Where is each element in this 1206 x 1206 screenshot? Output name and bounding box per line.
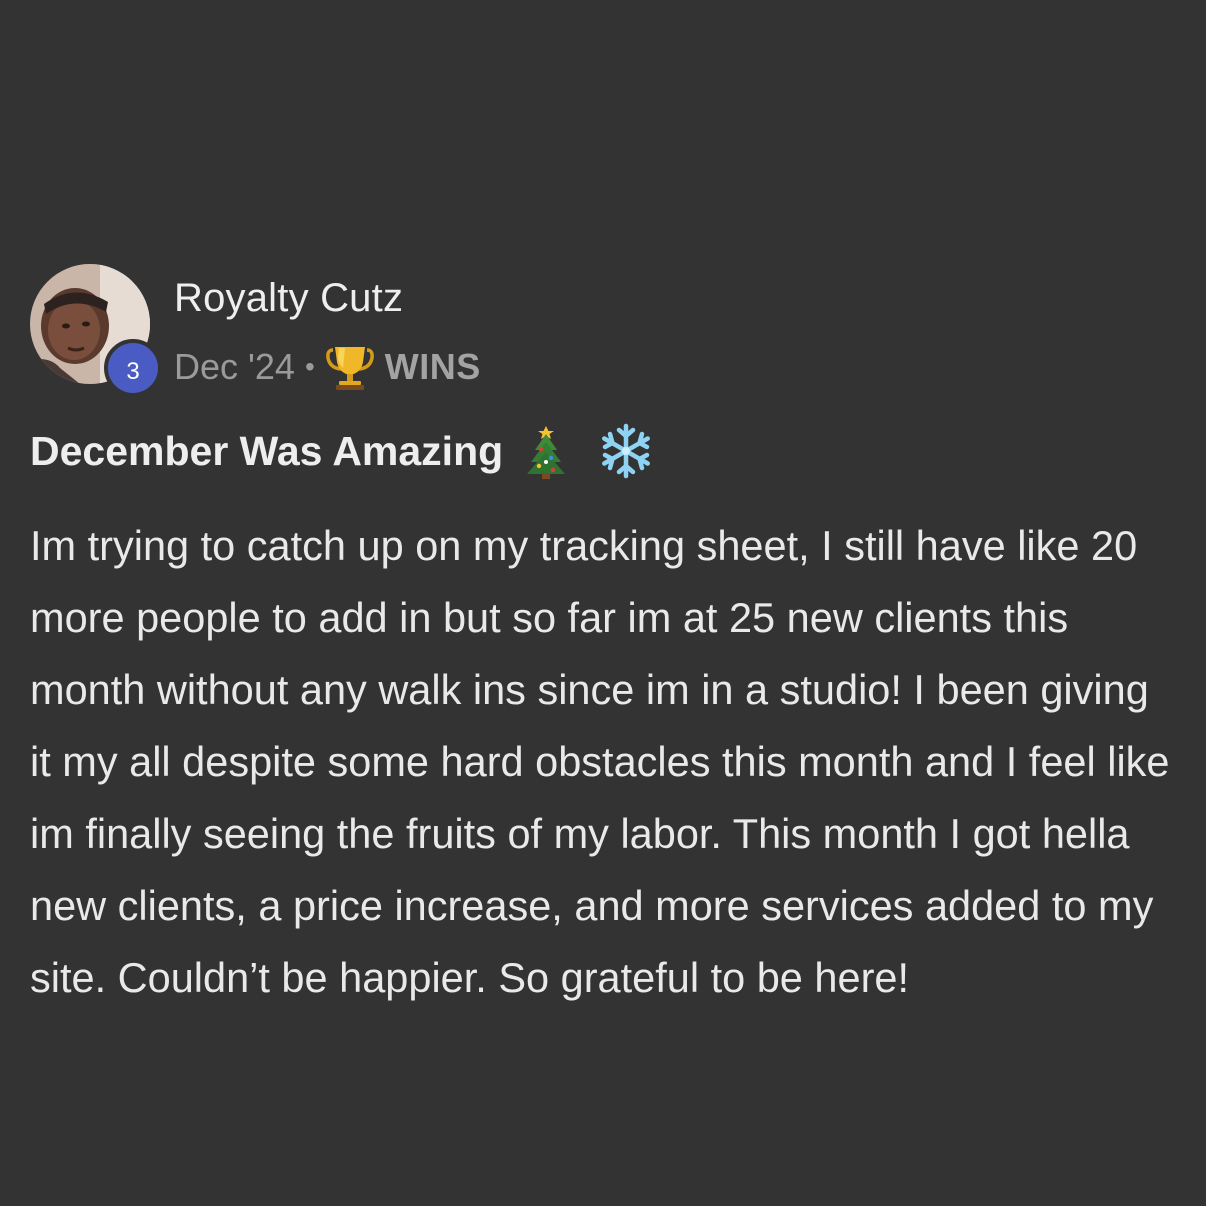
post-title[interactable]: December Was Amazing	[30, 428, 503, 475]
post-meta: Dec '24 • WINS	[174, 342, 481, 392]
christmas-tree-icon	[517, 422, 575, 480]
trophy-icon	[325, 342, 375, 392]
category-label[interactable]: WINS	[385, 346, 481, 388]
post-body: Im trying to catch up on my tracking she…	[30, 522, 1170, 1001]
level-badge: 3	[104, 339, 162, 397]
post-header: 3 Royalty Cutz Dec '24 • WINS	[30, 264, 1180, 397]
snowflake-icon	[597, 422, 655, 480]
post-date: Dec '24	[174, 346, 295, 387]
meta-separator: •	[304, 351, 315, 382]
post-title-row: December Was Amazing	[30, 422, 1180, 480]
author-name[interactable]: Royalty Cutz	[174, 276, 403, 321]
post-card: 3 Royalty Cutz Dec '24 • WINS December W…	[30, 264, 1180, 1014]
